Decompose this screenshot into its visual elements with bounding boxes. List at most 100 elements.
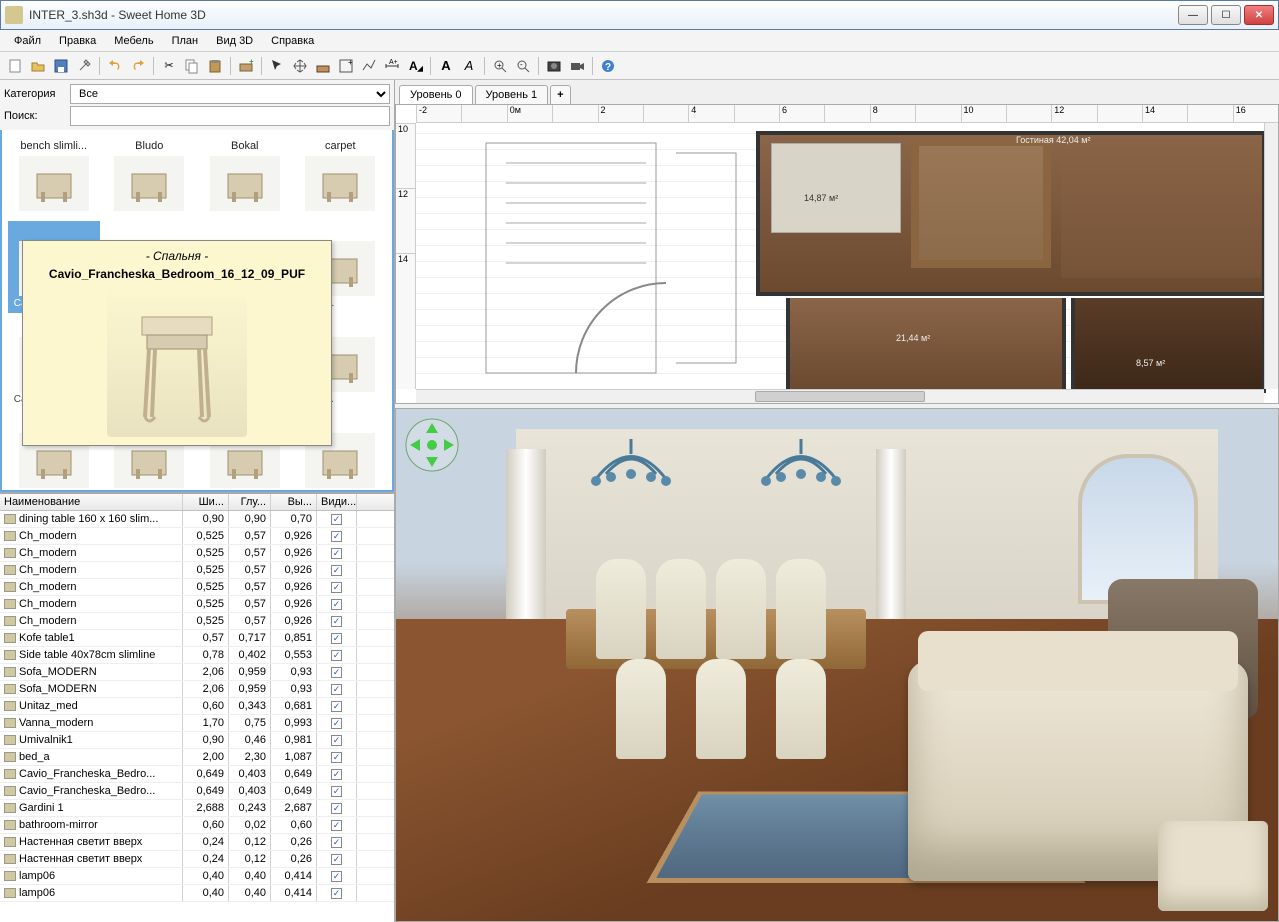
create-rooms-icon[interactable]: + — [335, 55, 357, 77]
photo-icon[interactable] — [543, 55, 565, 77]
cut-icon[interactable]: ✂ — [158, 55, 180, 77]
table-row[interactable]: Ch_modern0,5250,570,926✓ — [0, 545, 394, 562]
view-3d[interactable] — [395, 408, 1279, 922]
room-label-3: 8,57 м² — [1136, 358, 1165, 368]
text-italic-icon[interactable]: A — [458, 55, 480, 77]
table-row[interactable]: Ch_modern0,5250,570,926✓ — [0, 562, 394, 579]
new-icon[interactable] — [4, 55, 26, 77]
catalog-item[interactable]: Bokal — [199, 136, 291, 217]
furniture-list[interactable]: Наименование Ши... Глу... Вы... Види... … — [0, 492, 394, 922]
create-dimensions-icon[interactable]: A+ — [381, 55, 403, 77]
tab-add-level[interactable]: + — [550, 85, 570, 104]
catalog-item[interactable]: bench slimli... — [8, 136, 100, 217]
minimize-button[interactable]: — — [1178, 5, 1208, 25]
nav-compass[interactable] — [404, 417, 460, 473]
create-text-icon[interactable]: A◢ — [404, 55, 426, 77]
table-row[interactable]: Настенная светит вверх0,240,120,26✓ — [0, 851, 394, 868]
catalog-item[interactable]: Bludo — [104, 136, 196, 217]
tab-level-1[interactable]: Уровень 1 — [475, 85, 549, 104]
col-visible[interactable]: Види... — [317, 494, 357, 510]
plan-scrollbar-h[interactable] — [416, 389, 1264, 403]
col-name[interactable]: Наименование — [0, 494, 183, 510]
tooltip-name: Cavio_Francheska_Bedroom_16_12_09_PUF — [31, 267, 323, 281]
table-row[interactable]: Ch_modern0,5250,570,926✓ — [0, 596, 394, 613]
table-row[interactable]: Vanna_modern1,700,750,993✓ — [0, 715, 394, 732]
table-row[interactable]: bed_a2,002,301,087✓ — [0, 749, 394, 766]
table-row[interactable]: bathroom-mirror0,600,020,60✓ — [0, 817, 394, 834]
table-row[interactable]: Side table 40x78cm slimline0,780,4020,55… — [0, 647, 394, 664]
plan-scrollbar-v[interactable] — [1264, 123, 1278, 389]
add-furniture-icon[interactable]: + — [235, 55, 257, 77]
toolbar: ✂ + + A+ A◢ A A + - ? — [0, 52, 1279, 80]
zoom-out-icon[interactable]: - — [512, 55, 534, 77]
col-depth[interactable]: Глу... — [229, 494, 271, 510]
paste-icon[interactable] — [204, 55, 226, 77]
furniture-catalog[interactable]: bench slimli...BludoBokalcarpetCa...Fran… — [0, 130, 394, 492]
create-polyline-icon[interactable] — [358, 55, 380, 77]
svg-text:?: ? — [605, 62, 611, 73]
table-row[interactable]: lamp060,400,400,414✓ — [0, 868, 394, 885]
ruler-horizontal: -20м246810121416 — [416, 105, 1278, 123]
table-row[interactable]: Kofe table10,570,7170,851✓ — [0, 630, 394, 647]
open-icon[interactable] — [27, 55, 49, 77]
plan-view[interactable]: -20м246810121416 101214 Гостиная 42,04 м… — [395, 104, 1279, 404]
table-row[interactable]: dining table 160 x 160 slim...0,900,900,… — [0, 511, 394, 528]
table-row[interactable]: Umivalnik10,900,460,981✓ — [0, 732, 394, 749]
catalog-tooltip: - Спальня - Cavio_Francheska_Bedroom_16_… — [22, 240, 332, 446]
svg-text:-: - — [520, 60, 523, 69]
ruler-vertical: 101214 — [396, 123, 416, 389]
category-label: Категория — [4, 88, 66, 100]
table-row[interactable]: lamp060,400,400,414✓ — [0, 885, 394, 902]
menu-file[interactable]: Файл — [6, 32, 49, 50]
select-icon[interactable] — [266, 55, 288, 77]
table-row[interactable]: Unitaz_med0,600,3430,681✓ — [0, 698, 394, 715]
pan-icon[interactable] — [289, 55, 311, 77]
maximize-button[interactable]: ☐ — [1211, 5, 1241, 25]
menubar: Файл Правка Мебель План Вид 3D Справка — [0, 30, 1279, 52]
table-row[interactable]: Ch_modern0,5250,570,926✓ — [0, 613, 394, 630]
menu-furniture[interactable]: Мебель — [106, 32, 161, 50]
video-icon[interactable] — [566, 55, 588, 77]
preferences-icon[interactable] — [73, 55, 95, 77]
svg-text:+: + — [348, 58, 353, 67]
svg-text:A◢: A◢ — [409, 59, 423, 73]
create-walls-icon[interactable] — [312, 55, 334, 77]
titlebar: INTER_3.sh3d - Sweet Home 3D — ☐ ✕ — [0, 0, 1279, 30]
svg-text:A+: A+ — [389, 59, 398, 66]
plan-canvas[interactable]: Гостиная 42,04 м² 14,87 м² 21,44 м² 8,57… — [416, 123, 1264, 389]
table-row[interactable]: Gardini 12,6880,2432,687✓ — [0, 800, 394, 817]
table-row[interactable]: Sofa_MODERN2,060,9590,93✓ — [0, 681, 394, 698]
chandelier-icon — [746, 439, 856, 509]
table-row[interactable]: Sofa_MODERN2,060,9590,93✓ — [0, 664, 394, 681]
tooltip-image — [107, 287, 247, 437]
table-row[interactable]: Ch_modern0,5250,570,926✓ — [0, 579, 394, 596]
search-input[interactable] — [70, 106, 390, 126]
undo-icon[interactable] — [104, 55, 126, 77]
tooltip-category: - Спальня - — [31, 249, 323, 263]
catalog-item[interactable]: carpet — [295, 136, 387, 217]
menu-edit[interactable]: Правка — [51, 32, 104, 50]
room-label-2: 21,44 м² — [896, 333, 930, 343]
window-title: INTER_3.sh3d - Sweet Home 3D — [29, 8, 1178, 22]
tab-level-0[interactable]: Уровень 0 — [399, 85, 473, 104]
close-button[interactable]: ✕ — [1244, 5, 1274, 25]
table-row[interactable]: Cavio_Francheska_Bedro...0,6490,4030,649… — [0, 766, 394, 783]
table-row[interactable]: Настенная светит вверх0,240,120,26✓ — [0, 834, 394, 851]
app-icon — [5, 6, 23, 24]
col-height[interactable]: Вы... — [271, 494, 317, 510]
menu-help[interactable]: Справка — [263, 32, 322, 50]
text-bold-icon[interactable]: A — [435, 55, 457, 77]
copy-icon[interactable] — [181, 55, 203, 77]
svg-text:+: + — [497, 61, 502, 70]
table-row[interactable]: Cavio_Francheska_Bedro...0,6490,4030,649… — [0, 783, 394, 800]
zoom-in-icon[interactable]: + — [489, 55, 511, 77]
col-width[interactable]: Ши... — [183, 494, 229, 510]
menu-plan[interactable]: План — [164, 32, 207, 50]
category-select[interactable]: Все — [70, 84, 390, 104]
table-row[interactable]: Ch_modern0,5250,570,926✓ — [0, 528, 394, 545]
menu-3dview[interactable]: Вид 3D — [208, 32, 261, 50]
redo-icon[interactable] — [127, 55, 149, 77]
help-icon[interactable]: ? — [597, 55, 619, 77]
save-icon[interactable] — [50, 55, 72, 77]
catalog-filters: Категория Все Поиск: — [0, 80, 394, 130]
